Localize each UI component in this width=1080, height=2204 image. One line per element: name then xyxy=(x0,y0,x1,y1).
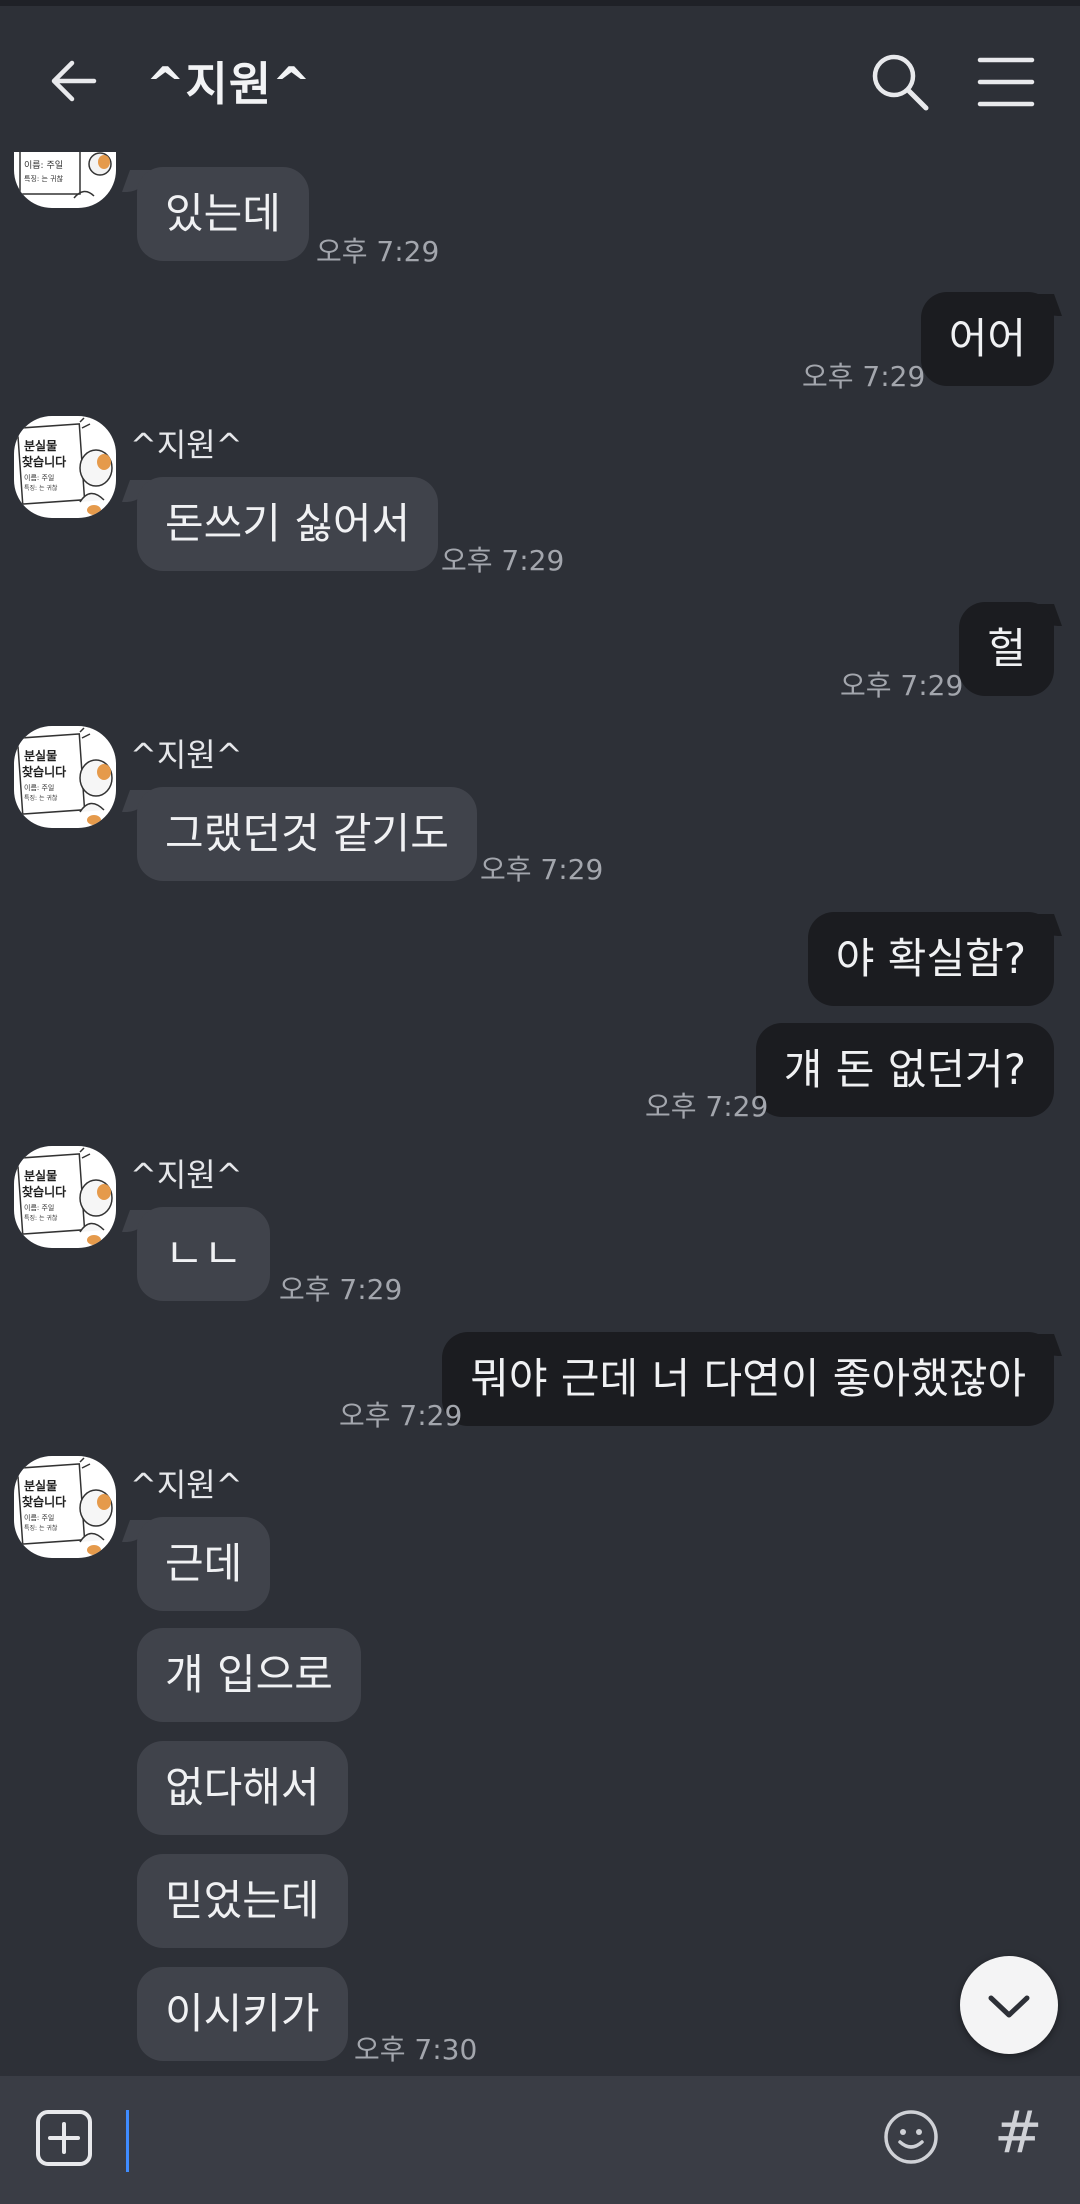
message-bubble[interactable]: 믿었는데 xyxy=(137,1854,348,1948)
avatar-sign-text: 찾습니다 xyxy=(22,454,66,469)
search-icon[interactable] xyxy=(868,50,932,114)
hamburger-menu-icon[interactable] xyxy=(976,54,1036,110)
avatar-sign-text: 찾습니다 xyxy=(22,764,66,779)
message-time: 오후 7:30 xyxy=(354,2033,478,2066)
message-bubble[interactable]: 이시키가 xyxy=(137,1967,348,2061)
avatar-sign-text: 찾습니다 xyxy=(22,1184,66,1199)
message-bubble[interactable]: 어어 xyxy=(920,292,1054,386)
chat-title: ^지원^ xyxy=(146,57,312,111)
svg-text:이름: 주일: 이름: 주일 xyxy=(24,473,54,482)
svg-text:이름: 주일: 이름: 주일 xyxy=(24,1513,54,1522)
message-bubble[interactable]: 걔 입으로 xyxy=(137,1628,361,1722)
avatar-sign-text: 분실물 xyxy=(24,1478,57,1493)
svg-text:이름: 주일: 이름: 주일 xyxy=(24,1203,54,1212)
message-bubble[interactable]: 돈쓰기 싫어서 xyxy=(137,477,439,571)
sender-name: ^지원^ xyxy=(130,736,243,774)
sender-name: ^지원^ xyxy=(130,1466,243,1504)
avatar-sign-text: 분실물 xyxy=(24,1168,57,1183)
message-bubble[interactable]: 헐 xyxy=(959,602,1054,696)
message-bubble[interactable]: 뭐야 근데 너 다연이 좋아했잖아 xyxy=(442,1332,1054,1426)
message-bubble[interactable]: 그랬던것 같기도 xyxy=(137,787,477,881)
chevron-down-icon xyxy=(988,1995,1030,2018)
avatar[interactable]: 분실물 찾습니다 이름: 주일 특징: 는 귀찮 xyxy=(14,416,116,518)
svg-text:특징: 는 귀찮: 특징: 는 귀찮 xyxy=(24,174,64,183)
svg-text:특징: 는 귀찮: 특징: 는 귀찮 xyxy=(24,484,58,492)
message-bubble[interactable]: 있는데 xyxy=(137,167,309,261)
message-bubble[interactable]: ㄴㄴ xyxy=(137,1207,271,1301)
avatar[interactable]: 이름: 주일 특징: 는 귀찮 xyxy=(14,152,116,208)
text-cursor xyxy=(126,2110,129,2172)
message-time: 오후 7:29 xyxy=(279,1273,403,1306)
message-input-bar: # xyxy=(0,2076,1080,2204)
message-bubble[interactable]: 야 확실함? xyxy=(807,912,1054,1006)
message-bubble[interactable]: 없다해서 xyxy=(137,1741,348,1835)
svg-text:특징: 는 귀찮: 특징: 는 귀찮 xyxy=(24,794,58,802)
message-bubble[interactable]: 근데 xyxy=(137,1517,271,1611)
message-time: 오후 7:29 xyxy=(802,360,926,393)
message-time: 오후 7:29 xyxy=(645,1090,769,1123)
sender-name: ^지원^ xyxy=(130,426,243,464)
smiley-icon[interactable] xyxy=(882,2108,940,2166)
message-time: 오후 7:29 xyxy=(316,235,440,268)
svg-text:이름: 주일: 이름: 주일 xyxy=(24,160,63,171)
sender-name: ^지원^ xyxy=(130,1156,243,1194)
hashtag-button[interactable]: # xyxy=(994,2098,1043,2166)
chat-header: ^지원^ xyxy=(0,6,1080,152)
message-time: 오후 7:29 xyxy=(339,1399,463,1432)
avatar-sign-text: 분실물 xyxy=(24,748,57,763)
message-bubble[interactable]: 걔 돈 없던거? xyxy=(755,1023,1054,1117)
avatar[interactable]: 분실물 찾습니다 이름: 주일 특징: 는 귀찮 xyxy=(14,1146,116,1248)
message-time: 오후 7:29 xyxy=(480,853,604,886)
arrow-left-icon[interactable] xyxy=(44,51,104,111)
message-time: 오후 7:29 xyxy=(441,544,565,577)
plus-square-icon[interactable] xyxy=(34,2108,94,2168)
avatar-sign-text: 분실물 xyxy=(24,438,57,453)
message-time: 오후 7:29 xyxy=(840,669,964,702)
scroll-to-bottom-button[interactable] xyxy=(960,1956,1058,2054)
avatar-sign-text: 찾습니다 xyxy=(22,1494,66,1509)
svg-text:특징: 는 귀찮: 특징: 는 귀찮 xyxy=(24,1524,58,1532)
avatar[interactable]: 분실물 찾습니다 이름: 주일 특징: 는 귀찮 xyxy=(14,1456,116,1558)
svg-text:특징: 는 귀찮: 특징: 는 귀찮 xyxy=(24,1214,58,1222)
message-input[interactable] xyxy=(136,2106,836,2174)
avatar[interactable]: 분실물 찾습니다 이름: 주일 특징: 는 귀찮 xyxy=(14,726,116,828)
svg-text:이름: 주일: 이름: 주일 xyxy=(24,783,54,792)
